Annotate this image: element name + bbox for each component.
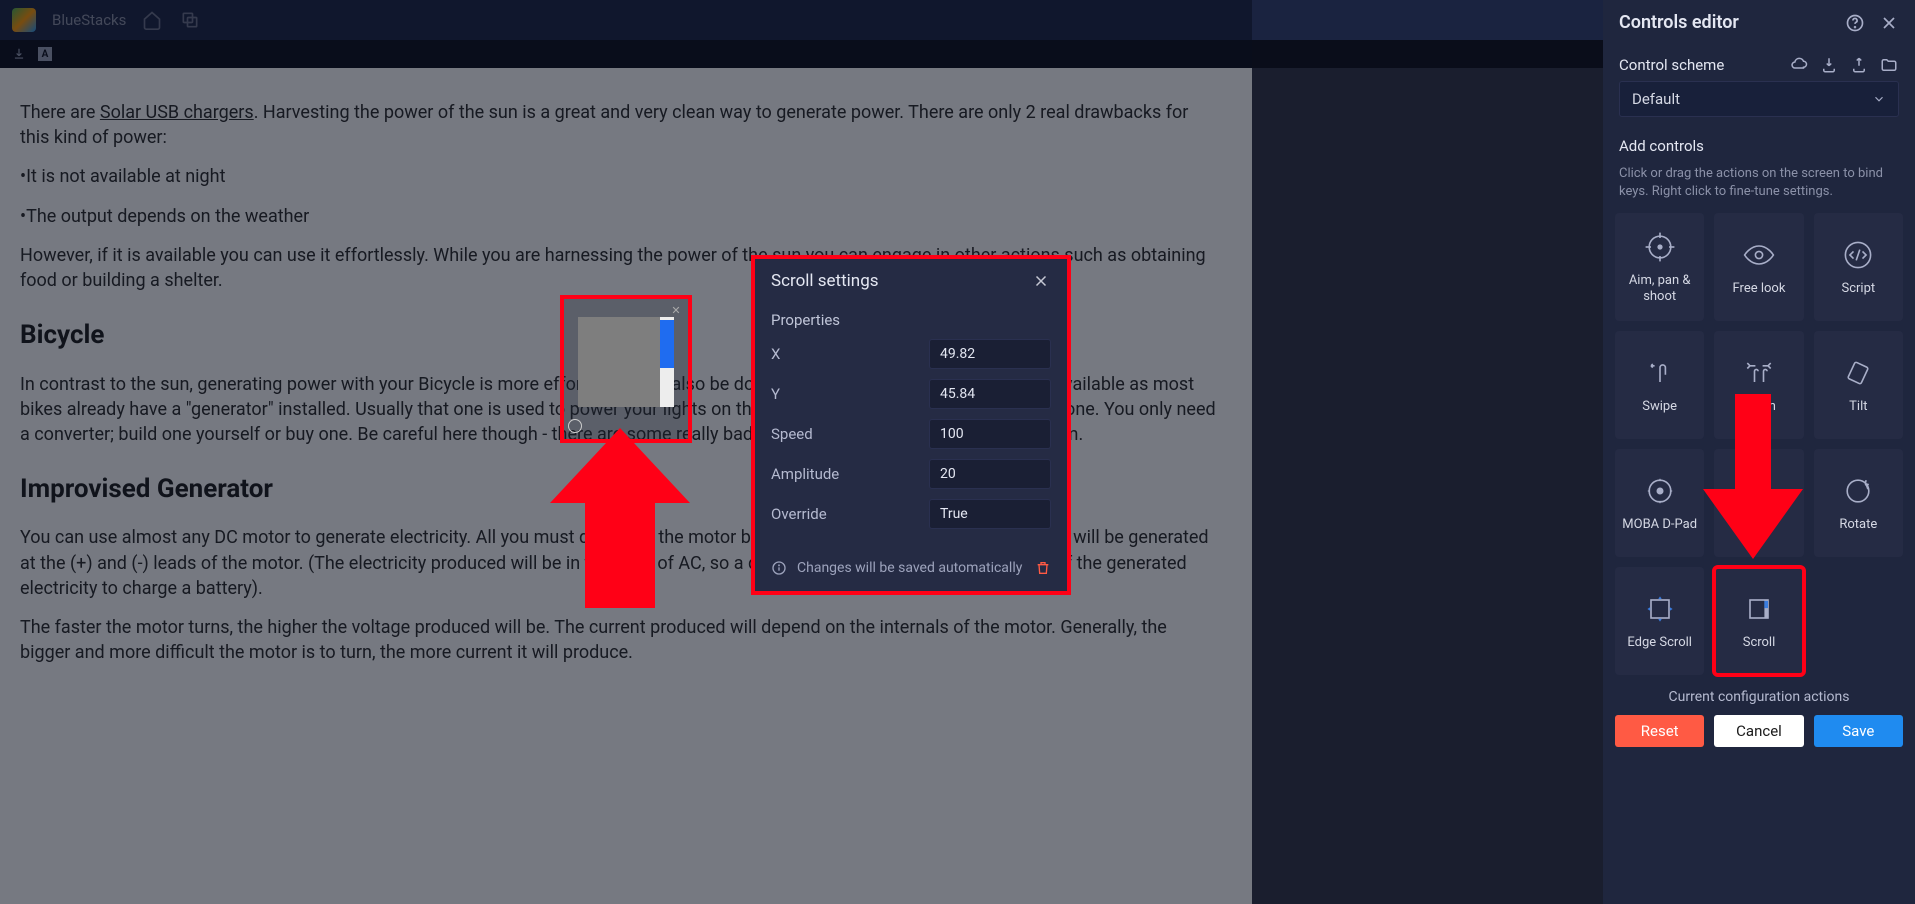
tile-aim-pan-shoot[interactable]: Aim, pan & shoot: [1615, 213, 1704, 321]
controls-grid: Aim, pan & shoot Free look Script Swipe …: [1603, 213, 1915, 675]
tile-moba-dpad[interactable]: MOBA D-Pad: [1615, 449, 1704, 557]
tilt-icon: [1840, 355, 1876, 391]
widget-close-icon[interactable]: ✕: [670, 305, 682, 317]
add-controls-hint: Click or drag the actions on the screen …: [1619, 165, 1899, 201]
swipe-icon: [1642, 355, 1678, 391]
trash-icon[interactable]: [1035, 559, 1051, 577]
modal-footer: Changes will be saved automatically: [755, 553, 1067, 591]
scroll-icon: [1741, 591, 1777, 627]
link-solar-usb[interactable]: Solar USB chargers: [100, 102, 254, 123]
save-button[interactable]: Save: [1814, 715, 1903, 747]
reset-button[interactable]: Reset: [1615, 715, 1704, 747]
tile-rotate[interactable]: Rotate: [1814, 449, 1903, 557]
prop-input-override[interactable]: [929, 499, 1051, 529]
resize-handle-icon[interactable]: [568, 419, 582, 433]
modal-title: Scroll settings: [771, 271, 879, 291]
scroll-control-widget[interactable]: ✕: [560, 295, 692, 443]
edge-scroll-icon: [1642, 591, 1678, 627]
tile-script[interactable]: Script: [1814, 213, 1903, 321]
copy-icon[interactable]: [180, 10, 200, 30]
scroll-track[interactable]: [660, 317, 674, 407]
bullet: •The output depends on the weather: [20, 204, 1220, 229]
export-icon[interactable]: [1849, 55, 1869, 75]
scheme-select[interactable]: Default: [1619, 81, 1899, 117]
paragraph: The faster the motor turns, the higher t…: [20, 615, 1220, 665]
prop-input-amplitude[interactable]: [929, 459, 1051, 489]
controls-editor-sidebar: Controls editor Control scheme Default A…: [1603, 0, 1915, 904]
tile-zoom[interactable]: Zoom: [1714, 331, 1803, 439]
placeholder-icon: [1741, 481, 1777, 517]
modal-body: Properties X Y Speed Amplitude Override: [755, 303, 1067, 553]
code-icon: [1840, 237, 1876, 273]
prop-row-x: X: [771, 339, 1051, 369]
home-icon[interactable]: [142, 10, 162, 30]
prop-label: Override: [771, 505, 827, 523]
bullet: •It is not available at night: [20, 164, 1220, 189]
rotate-icon: [1840, 473, 1876, 509]
import-icon[interactable]: [1819, 55, 1839, 75]
download-icon[interactable]: [12, 47, 26, 61]
scheme-section: Control scheme Default: [1603, 45, 1915, 127]
sidebar-header-icons: [1845, 13, 1899, 33]
folder-icon[interactable]: [1879, 55, 1899, 75]
prop-row-amplitude: Amplitude: [771, 459, 1051, 489]
sidebar-footer: Reset Cancel Save: [1603, 715, 1915, 761]
cloud-icon[interactable]: [1789, 55, 1809, 75]
eye-icon: [1741, 237, 1777, 273]
help-icon[interactable]: [1845, 13, 1865, 33]
dpad-icon: [1642, 473, 1678, 509]
prop-input-x[interactable]: [929, 339, 1051, 369]
prop-input-speed[interactable]: [929, 419, 1051, 449]
statusbar-left: A: [12, 47, 52, 61]
scheme-value: Default: [1632, 90, 1680, 108]
prop-label: Amplitude: [771, 465, 839, 483]
info-icon: [771, 560, 787, 576]
titlebar-left-icons: [142, 10, 200, 30]
tile-scroll[interactable]: Scroll: [1714, 567, 1803, 675]
scroll-settings-modal: Scroll settings Properties X Y Speed Amp…: [751, 255, 1071, 595]
chevron-down-icon: [1872, 92, 1886, 106]
tile-edge-scroll[interactable]: Edge Scroll: [1615, 567, 1704, 675]
paragraph: There are Solar USB chargers. Harvesting…: [20, 100, 1220, 150]
tile-free-look[interactable]: Free look: [1714, 213, 1803, 321]
text-icon[interactable]: A: [38, 47, 52, 61]
add-controls-title: Add controls: [1619, 137, 1899, 155]
tile-tilt[interactable]: Tilt: [1814, 331, 1903, 439]
prop-row-override: Override: [771, 499, 1051, 529]
zoom-icon: [1741, 355, 1777, 391]
prop-row-speed: Speed: [771, 419, 1051, 449]
scheme-label: Control scheme: [1619, 56, 1779, 74]
cancel-button[interactable]: Cancel: [1714, 715, 1803, 747]
config-hint: Current configuration actions: [1603, 675, 1915, 715]
crosshair-icon: [1642, 229, 1678, 265]
close-icon[interactable]: [1879, 13, 1899, 33]
prop-label: Y: [771, 385, 780, 403]
scroll-widget-canvas[interactable]: [578, 317, 674, 407]
prop-label: X: [771, 345, 780, 363]
modal-header: Scroll settings: [755, 259, 1067, 303]
scroll-thumb[interactable]: [660, 320, 674, 368]
modal-close-icon[interactable]: [1031, 271, 1051, 291]
properties-heading: Properties: [771, 311, 1051, 329]
prop-row-y: Y: [771, 379, 1051, 409]
tile-swipe[interactable]: Swipe: [1615, 331, 1704, 439]
prop-label: Speed: [771, 425, 813, 443]
app-title: BlueStacks: [52, 11, 126, 29]
tile-hidden[interactable]: [1714, 449, 1803, 557]
sidebar-header: Controls editor: [1603, 0, 1915, 45]
sidebar-title: Controls editor: [1619, 12, 1739, 33]
prop-input-y[interactable]: [929, 379, 1051, 409]
autosave-note: Changes will be saved automatically: [797, 560, 1022, 576]
app-logo: [12, 8, 36, 32]
scheme-icons: [1789, 55, 1899, 75]
add-controls-section: Add controls Click or drag the actions o…: [1603, 127, 1915, 213]
